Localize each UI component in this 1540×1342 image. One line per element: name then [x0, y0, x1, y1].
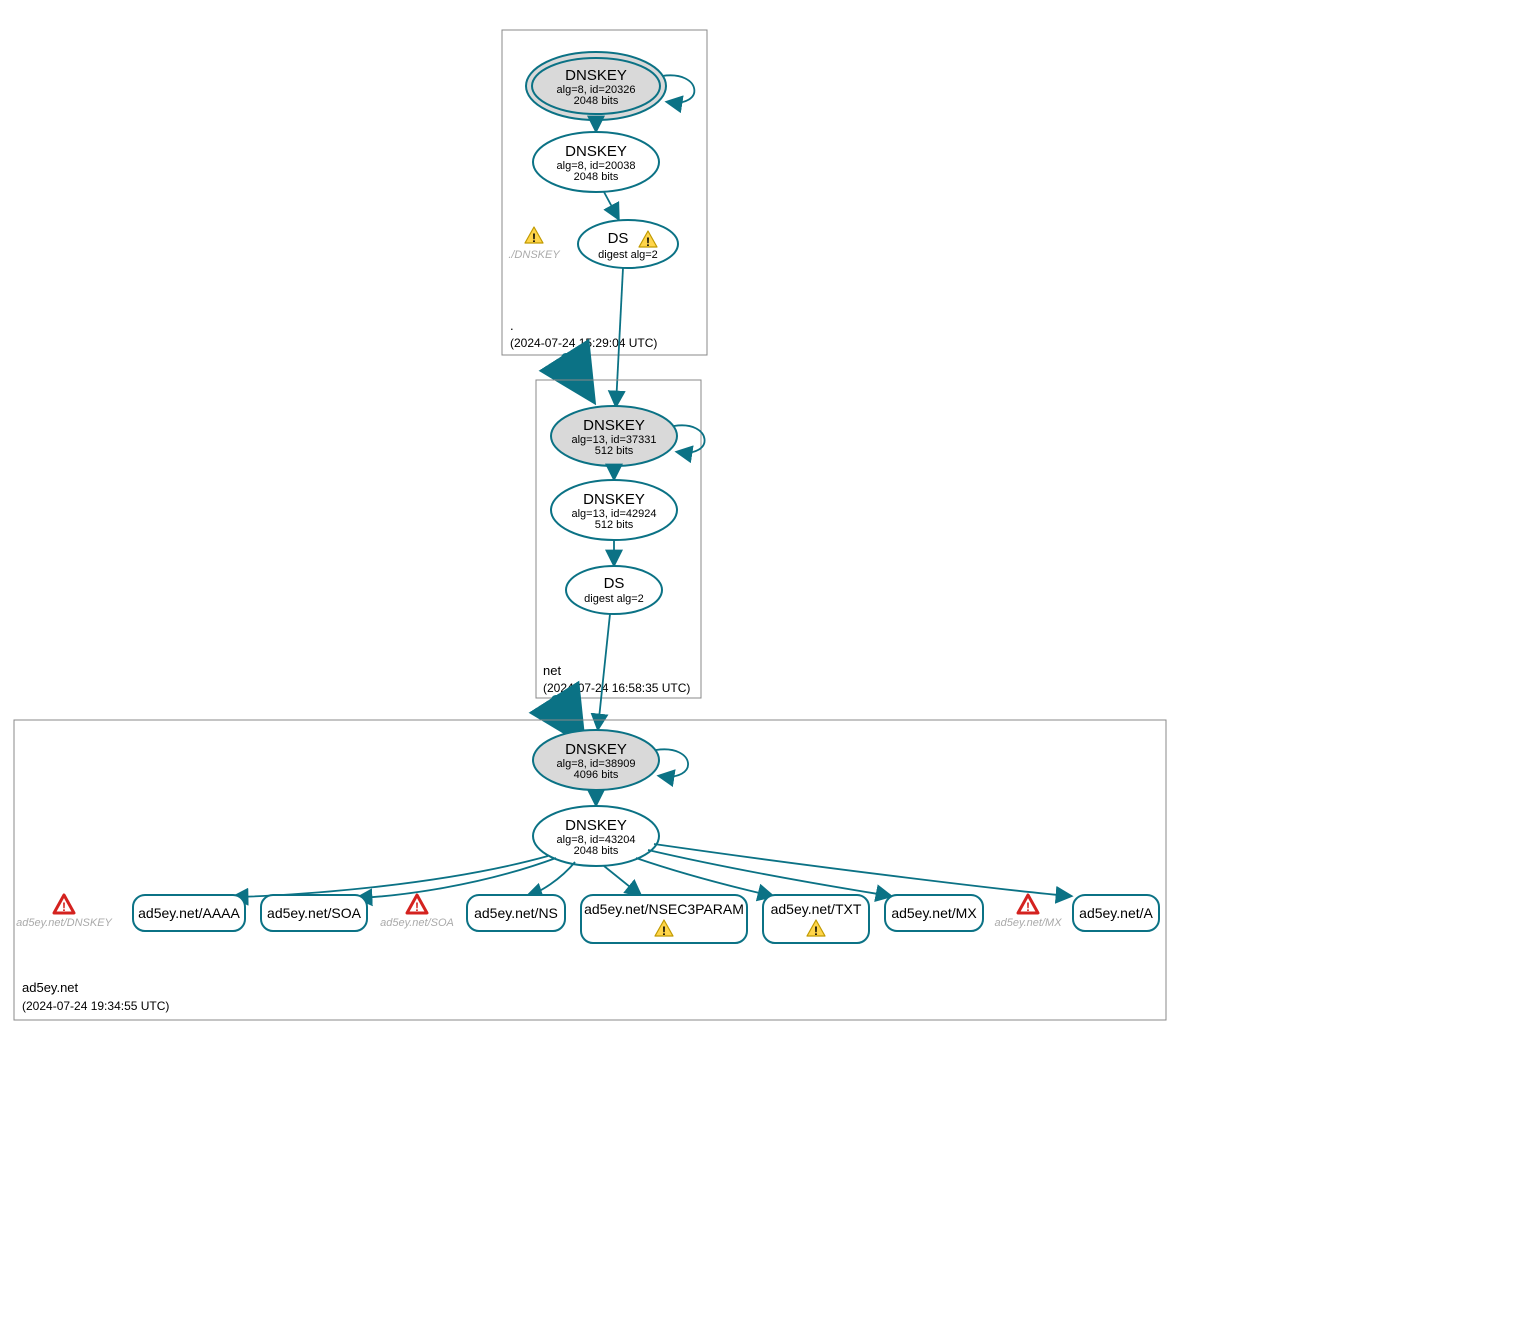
- zone-root-ts: (2024-07-24 15:29:04 UTC): [510, 336, 657, 350]
- svg-text:digest alg=2: digest alg=2: [584, 593, 644, 605]
- svg-text:ad5ey.net/NSEC3PARAM: ad5ey.net/NSEC3PARAM: [584, 901, 744, 917]
- node-net-ksk[interactable]: DNSKEY alg=13, id=37331 512 bits: [551, 406, 677, 466]
- edge-root-ksk-self: [662, 75, 694, 102]
- svg-text:2048 bits: 2048 bits: [574, 171, 619, 183]
- edge-zsk-a: [654, 844, 1070, 896]
- edge-delegation-root-net: [566, 358, 580, 380]
- edge-zsk-aaaa: [234, 856, 548, 897]
- svg-text:DNSKEY: DNSKEY: [565, 817, 627, 834]
- svg-text:DS: DS: [608, 230, 629, 247]
- svg-text:ad5ey.net/NS: ad5ey.net/NS: [474, 905, 558, 921]
- node-root-ds[interactable]: DS ! digest alg=2: [578, 220, 678, 268]
- svg-text:ad5ey.net/AAAA: ad5ey.net/AAAA: [138, 905, 240, 921]
- svg-text:2048 bits: 2048 bits: [574, 95, 619, 107]
- edge-net-ksk-self: [674, 425, 705, 452]
- svg-text:DS: DS: [604, 575, 625, 592]
- svg-text:ad5ey.net/TXT: ad5ey.net/TXT: [771, 901, 862, 917]
- svg-text:ad5ey.net/SOA: ad5ey.net/SOA: [267, 905, 362, 921]
- node-dom-ksk[interactable]: DNSKEY alg=8, id=38909 4096 bits: [533, 730, 659, 790]
- node-net-zsk[interactable]: DNSKEY alg=13, id=42924 512 bits: [551, 480, 677, 540]
- rr-nsec3param[interactable]: ad5ey.net/NSEC3PARAM !: [581, 895, 747, 943]
- svg-text:512 bits: 512 bits: [595, 445, 634, 457]
- edge-net-ds-dom-ksk: [598, 614, 610, 728]
- svg-text:ad5ey.net/A: ad5ey.net/A: [1079, 905, 1153, 921]
- svg-text:DNSKEY: DNSKEY: [565, 741, 627, 758]
- zone-domain-ts: (2024-07-24 19:34:55 UTC): [22, 999, 169, 1013]
- rr-soa[interactable]: ad5ey.net/SOA: [261, 895, 367, 931]
- svg-text:ad5ey.net/MX: ad5ey.net/MX: [994, 917, 1062, 929]
- rr-a[interactable]: ad5ey.net/A: [1073, 895, 1159, 931]
- edge-zsk-soa: [358, 858, 556, 898]
- svg-text:digest alg=2: digest alg=2: [598, 249, 658, 261]
- edge-zsk-nsec3: [604, 866, 640, 895]
- svg-text:4096 bits: 4096 bits: [574, 769, 619, 781]
- svg-text:ad5ey.net/MX: ad5ey.net/MX: [891, 905, 977, 921]
- svg-text:512 bits: 512 bits: [595, 519, 634, 531]
- rr-mx[interactable]: ad5ey.net/MX: [885, 895, 983, 931]
- ghost-root-dnskey: ! ./DNSKEY: [508, 227, 560, 261]
- node-dom-zsk[interactable]: DNSKEY alg=8, id=43204 2048 bits: [533, 806, 659, 866]
- svg-text:!: !: [62, 900, 66, 914]
- svg-text:2048 bits: 2048 bits: [574, 845, 619, 857]
- rr-txt[interactable]: ad5ey.net/TXT !: [763, 895, 869, 943]
- svg-text:!: !: [1026, 900, 1030, 914]
- svg-text:!: !: [532, 231, 536, 245]
- edge-zsk-txt: [636, 858, 772, 896]
- edge-root-zsk-ds: [604, 192, 618, 218]
- rr-ns[interactable]: ad5ey.net/NS: [467, 895, 565, 931]
- rr-aaaa[interactable]: ad5ey.net/AAAA: [133, 895, 245, 931]
- dnssec-graph: . (2024-07-24 15:29:04 UTC) DNSKEY alg=8…: [0, 0, 1540, 1342]
- edge-delegation-net-domain: [556, 700, 570, 722]
- edge-dom-ksk-self: [656, 749, 688, 776]
- zone-net-ts: (2024-07-24 16:58:35 UTC): [543, 681, 690, 695]
- ghost-dom-dnskey: ! ad5ey.net/DNSKEY: [16, 895, 112, 929]
- zone-net-name: net: [543, 663, 561, 678]
- node-net-ds[interactable]: DS digest alg=2: [566, 566, 662, 614]
- zone-domain-name: ad5ey.net: [22, 980, 79, 995]
- ghost-dom-mx: ! ad5ey.net/MX: [994, 895, 1062, 929]
- svg-text:ad5ey.net/DNSKEY: ad5ey.net/DNSKEY: [16, 917, 112, 929]
- svg-text:DNSKEY: DNSKEY: [583, 417, 645, 434]
- svg-text:DNSKEY: DNSKEY: [565, 67, 627, 84]
- node-root-ksk[interactable]: DNSKEY alg=8, id=20326 2048 bits: [526, 52, 666, 120]
- zone-root-name: .: [510, 318, 514, 333]
- svg-text:DNSKEY: DNSKEY: [583, 491, 645, 508]
- edge-zsk-ns: [528, 862, 575, 896]
- svg-text:./DNSKEY: ./DNSKEY: [508, 249, 560, 261]
- ghost-dom-soa: ! ad5ey.net/SOA: [380, 895, 454, 929]
- svg-text:DNSKEY: DNSKEY: [565, 143, 627, 160]
- svg-text:!: !: [415, 900, 419, 914]
- node-root-zsk[interactable]: DNSKEY alg=8, id=20038 2048 bits: [533, 132, 659, 192]
- svg-text:!: !: [646, 235, 650, 249]
- svg-text:ad5ey.net/SOA: ad5ey.net/SOA: [380, 917, 454, 929]
- svg-text:!: !: [814, 924, 818, 938]
- svg-text:!: !: [662, 924, 666, 938]
